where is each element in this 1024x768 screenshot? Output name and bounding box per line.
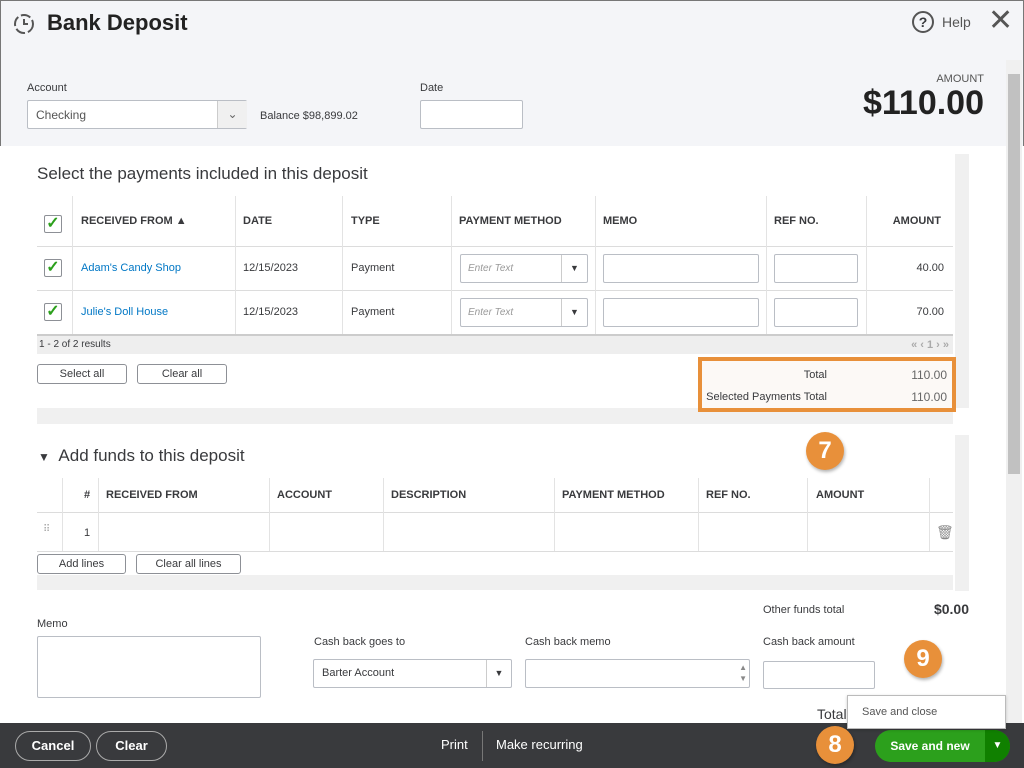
row-date: 12/15/2023 xyxy=(243,262,299,274)
select-all-checkbox[interactable]: ✓ xyxy=(44,215,62,233)
cashback-memo-label: Cash back memo xyxy=(525,636,611,648)
help-link[interactable]: Help xyxy=(942,14,971,30)
chevron-down-icon[interactable]: ⌄ xyxy=(217,101,247,128)
save-options-arrow-icon[interactable]: ▼ xyxy=(985,730,1010,762)
add-lines-button[interactable]: Add lines xyxy=(37,554,126,574)
clear-all-button[interactable]: Clear all xyxy=(137,364,227,384)
callout-9: 9 xyxy=(904,640,942,678)
payment-method-select[interactable]: Enter Text ▼ xyxy=(460,254,588,283)
col-received-from: RECEIVED FROM xyxy=(106,489,198,501)
col-memo[interactable]: MEMO xyxy=(603,215,637,227)
payment-method-select[interactable]: Enter Text ▼ xyxy=(460,298,588,327)
ref-input[interactable] xyxy=(774,254,858,283)
save-and-new-button[interactable]: Save and new ▼ xyxy=(875,730,1010,762)
funds-hscroll[interactable] xyxy=(37,575,953,590)
collapse-icon: ▼ xyxy=(38,450,50,464)
col-payment-method: PAYMENT METHOD xyxy=(562,489,665,501)
dropdown-arrow-icon: ▼ xyxy=(561,255,587,282)
cashback-memo-input[interactable]: ▲ ▼ xyxy=(525,659,750,688)
ref-input[interactable] xyxy=(774,298,858,327)
pagination[interactable]: « ‹ 1 › » xyxy=(911,339,949,351)
col-ref-no[interactable]: REF NO. xyxy=(774,215,819,227)
account-label: Account xyxy=(27,82,67,94)
cashback-amount-input[interactable] xyxy=(763,661,875,689)
make-recurring-link[interactable]: Make recurring xyxy=(496,737,583,752)
col-received-from[interactable]: RECEIVED FROM ▲ xyxy=(81,215,187,227)
funds-vscroll[interactable] xyxy=(955,435,969,591)
funds-heading[interactable]: ▼ Add funds to this deposit xyxy=(38,446,245,466)
help-icon[interactable]: ? xyxy=(912,11,934,33)
row-checkbox[interactable]: ✓ xyxy=(44,259,62,277)
cashback-amount-label: Cash back amount xyxy=(763,636,855,648)
other-funds-value: $0.00 xyxy=(933,601,969,617)
date-label: Date xyxy=(420,82,444,94)
memo-input[interactable] xyxy=(603,298,759,327)
total-label: Total xyxy=(803,369,827,381)
selected-total-value: 110.00 xyxy=(911,390,947,404)
print-link[interactable]: Print xyxy=(441,737,468,752)
col-date[interactable]: DATE xyxy=(243,215,272,227)
totals-box: Total 110.00 Selected Payments Total 110… xyxy=(698,357,956,412)
callout-7: 7 xyxy=(806,432,844,470)
col-type[interactable]: TYPE xyxy=(351,215,380,227)
col-num: # xyxy=(84,489,91,501)
col-description: DESCRIPTION xyxy=(391,489,467,501)
page-scrollbar[interactable] xyxy=(1006,60,1022,723)
page-title: Bank Deposit xyxy=(47,10,188,35)
row-date: 12/15/2023 xyxy=(243,306,299,318)
selected-total-label: Selected Payments Total xyxy=(706,391,827,403)
row-number: 1 xyxy=(84,527,91,539)
col-ref-no: REF NO. xyxy=(706,489,751,501)
account-select[interactable]: Checking ⌄ xyxy=(27,100,247,129)
col-account: ACCOUNT xyxy=(277,489,332,501)
date-input[interactable] xyxy=(420,100,523,129)
table-footer: 1 - 2 of 2 results « ‹ 1 › » xyxy=(37,334,953,354)
clear-all-lines-button[interactable]: Clear all lines xyxy=(136,554,241,574)
save-and-new-label: Save and new xyxy=(890,739,970,753)
received-from-link[interactable]: Julie's Doll House xyxy=(81,306,168,318)
close-icon[interactable]: ✕ xyxy=(988,6,1013,36)
dropdown-arrow-icon: ▼ xyxy=(486,660,511,687)
spinner-icon: ▲ ▼ xyxy=(739,663,747,683)
amount-value: $110.00 xyxy=(862,84,984,122)
row-type: Payment xyxy=(351,262,395,274)
cashback-account-select[interactable]: Barter Account ▼ xyxy=(313,659,512,688)
memo-label: Memo xyxy=(37,618,68,630)
row-amount: 40.00 xyxy=(916,262,944,274)
row-checkbox[interactable]: ✓ xyxy=(44,303,62,321)
deposit-icon xyxy=(14,14,34,34)
col-payment-method[interactable]: PAYMENT METHOD xyxy=(459,215,562,227)
other-funds-label: Other funds total xyxy=(763,604,845,616)
memo-input[interactable] xyxy=(603,254,759,283)
row-amount: 70.00 xyxy=(916,306,944,318)
total-value: 110.00 xyxy=(911,368,947,382)
row-type: Payment xyxy=(351,306,395,318)
dropdown-arrow-icon: ▼ xyxy=(561,299,587,326)
save-and-close-menu-item[interactable]: Save and close xyxy=(847,695,1006,729)
payments-vscroll[interactable] xyxy=(955,154,969,408)
col-amount: AMOUNT xyxy=(816,489,865,501)
memo-textarea[interactable] xyxy=(37,636,261,698)
total-label: Total xyxy=(817,706,847,722)
select-all-button[interactable]: Select all xyxy=(37,364,127,384)
trash-icon[interactable]: 🗑 xyxy=(936,524,954,541)
cashback-to-label: Cash back goes to xyxy=(314,636,406,648)
balance: Balance $98,899.02 xyxy=(260,110,358,122)
cancel-button[interactable]: Cancel xyxy=(15,731,91,761)
payments-heading: Select the payments included in this dep… xyxy=(37,164,368,183)
callout-8: 8 xyxy=(816,726,854,764)
received-from-link[interactable]: Adam's Candy Shop xyxy=(81,262,181,274)
clear-button[interactable]: Clear xyxy=(96,731,167,761)
account-value: Checking xyxy=(36,108,87,122)
results-count: 1 - 2 of 2 results xyxy=(39,339,111,350)
drag-handle-icon[interactable]: ⠿ xyxy=(43,524,50,535)
col-amount[interactable]: AMOUNT xyxy=(893,215,941,227)
